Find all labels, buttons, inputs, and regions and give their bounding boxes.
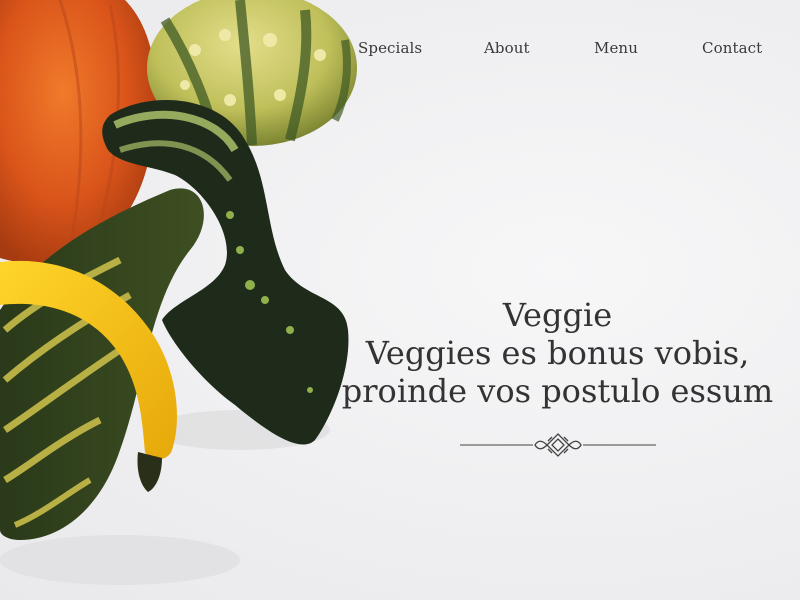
vegetables-hero-image (0, 0, 357, 585)
hero-title: Veggie (502, 296, 613, 334)
hero-subtitle-line-1: Veggies es bonus vobis, (365, 334, 750, 372)
hero-text-block: Veggie Veggies es bonus vobis, proinde v… (340, 296, 775, 410)
ornamental-divider-icon (460, 433, 656, 457)
hero-subtitle-line-2: proinde vos postulo essum (341, 372, 774, 410)
top-navigation: Specials About Menu Contact (0, 39, 800, 61)
nav-link-about[interactable]: About (484, 39, 530, 57)
nav-link-menu[interactable]: Menu (594, 39, 638, 57)
nav-link-contact[interactable]: Contact (702, 39, 762, 57)
nav-link-specials[interactable]: Specials (358, 39, 422, 57)
